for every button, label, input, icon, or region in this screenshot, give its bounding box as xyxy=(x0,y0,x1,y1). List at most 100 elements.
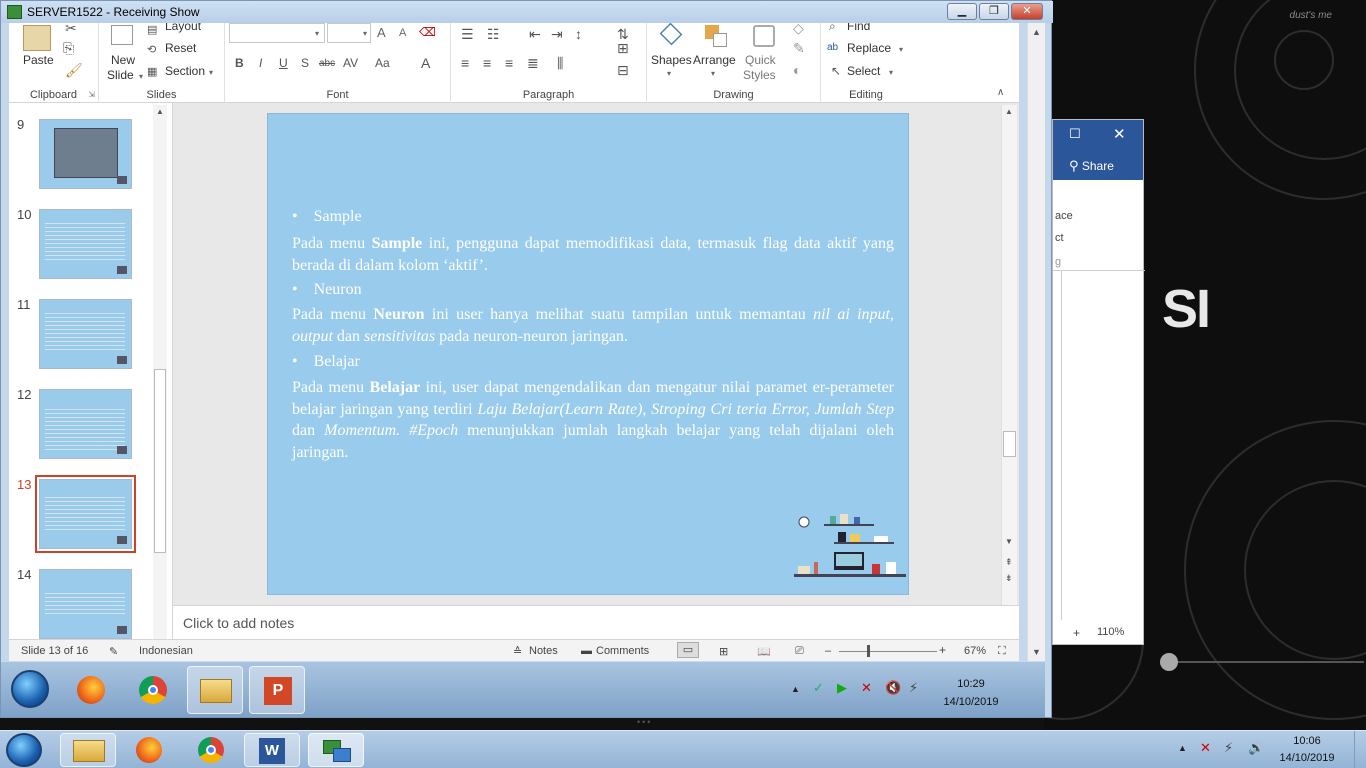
format-painter-icon[interactable]: 🖌 xyxy=(65,63,83,77)
share-button[interactable]: ⚲ Share xyxy=(1053,150,1143,180)
show-desktop-button[interactable] xyxy=(1354,731,1366,768)
numbering-icon[interactable]: ☷ xyxy=(487,27,500,41)
increase-indent-icon[interactable]: ⇥ xyxy=(551,27,563,41)
arrange-button[interactable]: Arrange xyxy=(693,53,736,67)
start-button[interactable] xyxy=(6,733,42,767)
clock-time[interactable]: 10:06 xyxy=(1272,735,1342,747)
text-direction-icon[interactable]: ⇅ xyxy=(617,27,629,41)
slide-thumbnail-12[interactable] xyxy=(39,389,132,459)
close-button[interactable]: ✕ xyxy=(1011,3,1043,20)
start-button[interactable] xyxy=(11,670,49,708)
shrink-font-button[interactable]: A xyxy=(399,27,406,39)
select-button[interactable]: Select xyxy=(847,64,880,78)
layout-button[interactable]: Layout xyxy=(165,23,201,33)
slide-scrollbar[interactable]: ▲ ▼ ⇞ ⇟ xyxy=(1001,105,1017,605)
font-color-button[interactable]: A xyxy=(421,55,430,71)
new-slide-icon[interactable] xyxy=(111,25,133,45)
power-icon[interactable]: ⚡ xyxy=(1224,740,1233,756)
show-hidden-icons[interactable]: ▲ xyxy=(1178,743,1187,753)
next-slide-icon[interactable]: ⇟ xyxy=(1005,573,1013,584)
shapes-button[interactable]: Shapes xyxy=(651,53,692,67)
language-indicator[interactable]: Indonesian xyxy=(139,645,193,657)
taskbar-word[interactable]: W xyxy=(244,733,300,767)
taskbar-explorer[interactable] xyxy=(60,733,116,767)
notes-button[interactable]: Notes xyxy=(529,645,558,657)
char-spacing-button[interactable]: AV xyxy=(343,56,358,70)
align-text-icon[interactable]: ⊞ xyxy=(617,41,629,55)
power-icon[interactable]: ⚡ xyxy=(909,680,918,696)
taskbar-powerpoint[interactable]: P xyxy=(249,666,305,714)
previous-slide-icon[interactable]: ⇞ xyxy=(1005,557,1013,568)
align-center-icon[interactable]: ≡ xyxy=(483,56,491,70)
smartart-icon[interactable]: ⊟ xyxy=(617,63,629,77)
zoom-level[interactable]: 67% xyxy=(964,645,986,657)
clock-date[interactable]: 14/10/2019 xyxy=(1272,752,1342,764)
shapes-icon[interactable] xyxy=(659,23,683,46)
window-scrollbar[interactable]: ▲ ▼ xyxy=(1027,23,1045,661)
fit-slide-icon[interactable]: ⛶ xyxy=(998,645,1006,658)
taskbar-explorer[interactable] xyxy=(187,666,243,714)
replace-button[interactable]: Replace xyxy=(847,41,891,55)
remote-clock-time[interactable]: 10:29 xyxy=(931,678,1011,690)
shadow-button[interactable]: S xyxy=(301,56,309,70)
comments-icon[interactable]: ▬ xyxy=(581,645,592,657)
underline-button[interactable]: U xyxy=(279,56,288,70)
taskbar-remote-desktop[interactable] xyxy=(308,733,364,767)
paste-icon[interactable] xyxy=(23,25,51,51)
rdp-grip-icon[interactable]: ••• xyxy=(637,717,652,727)
slide-thumbnail-11[interactable] xyxy=(39,299,132,369)
maximize-button[interactable]: ❐ xyxy=(979,3,1009,20)
show-hidden-icons[interactable]: ▲ xyxy=(791,684,800,694)
line-spacing-icon[interactable]: ↕ xyxy=(575,27,582,41)
strikethrough-button[interactable]: abc xyxy=(319,58,335,69)
new-slide-button-label[interactable]: Slide xyxy=(107,68,134,82)
minimize-button[interactable]: ▁ xyxy=(947,3,977,20)
zoom-slider[interactable] xyxy=(839,651,937,652)
shape-outline-icon[interactable]: ✎ xyxy=(793,41,805,55)
volume-icon[interactable]: 🔊 xyxy=(1248,740,1264,756)
remote-clock-date[interactable]: 14/10/2019 xyxy=(931,696,1011,708)
align-left-icon[interactable]: ≡ xyxy=(461,56,469,70)
dialog-launcher-icon[interactable]: ⇲ xyxy=(88,90,95,99)
network-icon[interactable]: ✕ xyxy=(1200,740,1211,756)
zoom-slider-thumb[interactable] xyxy=(867,645,870,657)
maximize-icon[interactable]: ☐ xyxy=(1069,126,1081,142)
section-button[interactable]: Section xyxy=(165,64,205,78)
close-icon[interactable]: ✕ xyxy=(1113,125,1126,143)
copy-icon[interactable]: ⎘ xyxy=(63,41,74,55)
collapse-ribbon-icon[interactable]: ∧ xyxy=(997,87,1004,98)
zoom-in-icon[interactable]: + xyxy=(939,643,946,657)
zoom-out-icon[interactable]: – xyxy=(825,645,831,657)
clear-format-icon[interactable]: ⌫ xyxy=(419,25,436,39)
bold-button[interactable]: B xyxy=(235,56,244,70)
decrease-indent-icon[interactable]: ⇤ xyxy=(529,27,541,41)
change-case-button[interactable]: Aa xyxy=(375,56,390,70)
play-icon[interactable]: ▶ xyxy=(837,680,847,696)
slide-sorter-icon[interactable]: ⊞ xyxy=(719,645,728,658)
slide-scroll-thumb[interactable] xyxy=(1003,431,1016,457)
slide-thumbnail-9[interactable] xyxy=(39,119,132,189)
taskbar-chrome[interactable] xyxy=(184,733,240,767)
grow-font-button[interactable]: A xyxy=(377,25,386,40)
slide-thumbnail-13[interactable] xyxy=(35,475,136,553)
comments-button[interactable]: Comments xyxy=(596,645,649,657)
find-button[interactable]: Find xyxy=(847,23,870,33)
network-icon[interactable]: ✕ xyxy=(861,680,872,696)
italic-button[interactable]: I xyxy=(259,56,262,70)
normal-view-icon[interactable]: ▭ xyxy=(677,642,699,658)
zoom-level[interactable]: 110% xyxy=(1097,626,1124,638)
taskbar-chrome[interactable] xyxy=(125,666,181,714)
background-word-window[interactable]: ☐ ✕ ⚲ Share ace ct g + 110% xyxy=(1052,119,1145,645)
volume-icon[interactable]: 🔇 xyxy=(885,680,901,696)
slideshow-icon[interactable]: ⎚ xyxy=(795,645,804,658)
cut-icon[interactable]: ✂ xyxy=(65,23,77,35)
title-bar[interactable]: SERVER1522 - Receiving Show ▁ ❐ ✕ xyxy=(1,1,1053,23)
spellcheck-icon[interactable]: ✎ xyxy=(109,645,118,658)
taskbar-firefox[interactable] xyxy=(122,733,178,767)
justify-icon[interactable]: ≣ xyxy=(527,56,539,70)
thumbnails-scrollbar[interactable]: ▲ ▼ xyxy=(153,105,167,657)
zoom-in-icon[interactable]: + xyxy=(1073,626,1080,640)
quick-styles-icon[interactable] xyxy=(753,25,775,47)
font-name-field[interactable] xyxy=(229,23,325,43)
scroll-thumb[interactable] xyxy=(154,369,166,553)
